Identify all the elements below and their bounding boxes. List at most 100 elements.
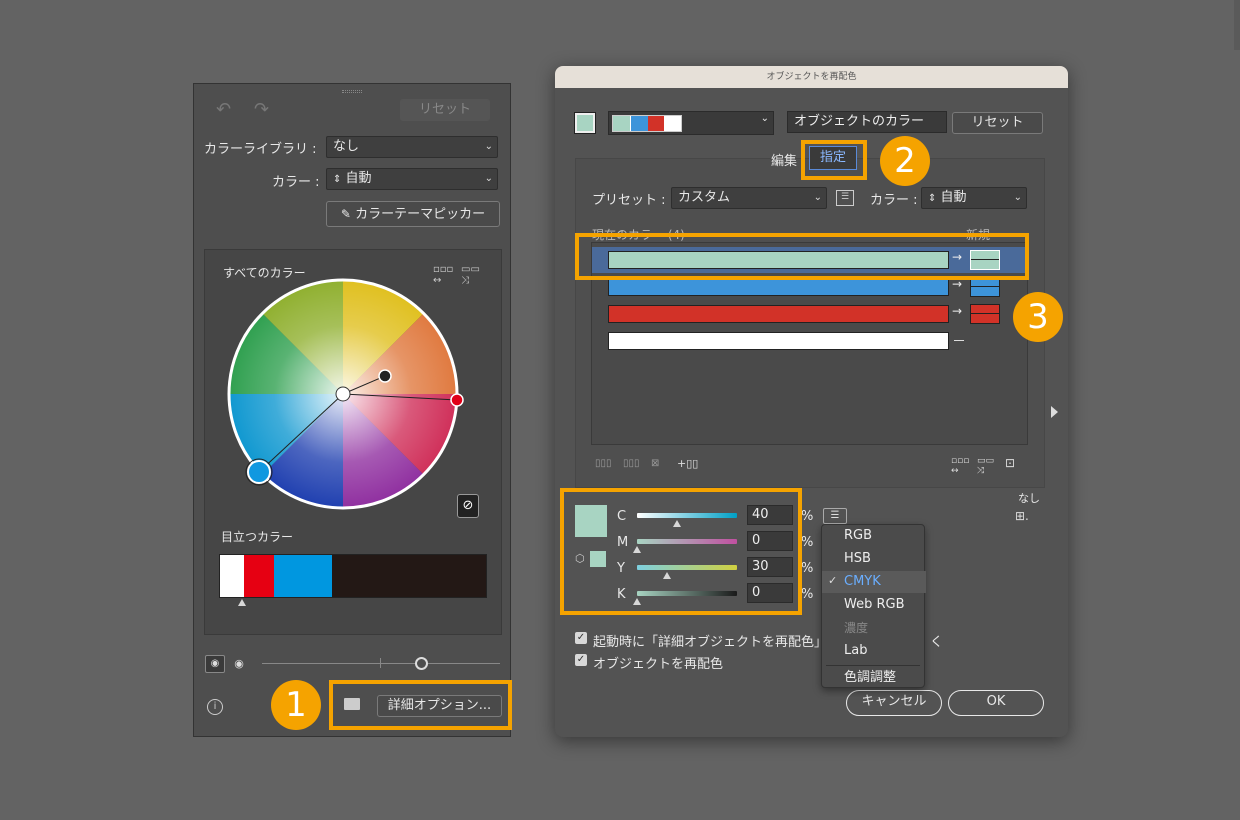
separate-colors-icon[interactable]: ▯▯▯ xyxy=(623,458,640,469)
no-mapping-dash xyxy=(954,340,964,341)
color-marker-red[interactable] xyxy=(450,393,464,407)
recolor-panel: ↶ ↷ リセット カラーライブラリ : なし ⌄ カラー : ⇕ 自動 ⌄ ✎ … xyxy=(193,83,511,737)
dialog-color-label: カラー : xyxy=(870,193,918,208)
cancel-button[interactable]: キャンセル xyxy=(846,690,942,716)
prominent-color-black[interactable] xyxy=(332,555,486,597)
dialog-color-count-dropdown[interactable]: ⇕ 自動 ⌄ xyxy=(921,187,1027,209)
menu-item-tint: 濃度 xyxy=(844,621,869,635)
color-count-value: 自動 xyxy=(345,171,372,186)
unlink-harmony-icon[interactable]: ▭▭ ⤨ xyxy=(977,456,994,476)
check-icon: ✓ xyxy=(575,654,587,666)
color-group-dropdown[interactable]: ⌄ xyxy=(608,111,774,135)
prominent-color-red[interactable] xyxy=(244,555,274,597)
menu-item-hsb[interactable]: HSB xyxy=(822,548,926,570)
find-color-icon[interactable]: ⊡ xyxy=(1005,456,1015,470)
wheel-view-icon[interactable]: ◉ xyxy=(205,655,225,673)
y-percent: % xyxy=(801,561,814,576)
prominent-colors-bar[interactable] xyxy=(219,554,487,598)
menu-item-global-adjust[interactable]: 色調調整 xyxy=(822,667,926,689)
base-color-swatch[interactable] xyxy=(574,112,596,134)
k-percent: % xyxy=(801,587,814,602)
group-swatch-blue xyxy=(630,116,648,131)
menu-item-lab[interactable]: Lab xyxy=(822,640,926,662)
c-percent: % xyxy=(801,509,814,524)
preset-dropdown[interactable]: カスタム ⌄ xyxy=(671,187,827,209)
stepper-icon[interactable]: ⇕ xyxy=(928,193,936,204)
redo-icon[interactable]: ↷ xyxy=(254,99,269,120)
ok-button[interactable]: OK xyxy=(948,690,1044,716)
exclude-colors-icon[interactable]: ⊠ xyxy=(651,458,659,469)
step-badge-2: 2 xyxy=(880,136,930,186)
tab-edit[interactable]: 編集 xyxy=(771,150,797,169)
new-color-swatch-3[interactable] xyxy=(970,304,1000,324)
current-color-bar-3[interactable] xyxy=(608,305,949,323)
chevron-down-icon: ⌄ xyxy=(1013,192,1022,203)
group-swatch-white xyxy=(664,116,681,131)
dialog-color-count-value: 自動 xyxy=(940,190,967,205)
color-library-value: なし xyxy=(333,139,360,154)
color-marker-black[interactable] xyxy=(378,369,392,383)
chevron-down-icon: ⌄ xyxy=(760,113,769,124)
panel-grip[interactable] xyxy=(342,90,362,93)
dialog-reset-button[interactable]: リセット xyxy=(952,112,1043,134)
preset-list-icon[interactable]: ☰ xyxy=(836,190,854,206)
none-label: なし xyxy=(1018,492,1040,505)
prominent-color-white[interactable] xyxy=(220,555,244,597)
new-row-icon[interactable]: +▯▯ xyxy=(677,457,698,470)
window-edge-scrollbar[interactable] xyxy=(1234,0,1240,50)
link-harmony-icon[interactable]: ▫▫▫ ↔ xyxy=(951,456,969,476)
menu-divider xyxy=(826,665,920,666)
color-wheel[interactable] xyxy=(225,272,485,524)
color-wheel-area: すべてのカラー ▫▫▫ ↔ ▭▭ ⤨ ⊘ 目立つカラー xyxy=(204,249,502,635)
brightness-slider-track[interactable] xyxy=(262,663,500,664)
menu-item-cmyk[interactable]: CMYK xyxy=(822,571,926,593)
chevron-down-icon: ⌄ xyxy=(484,173,493,184)
recolor-art-label: オブジェクトを再配色 xyxy=(593,657,724,672)
chevron-down-icon: ⌄ xyxy=(813,192,822,203)
arrow-icon[interactable]: → xyxy=(952,304,962,318)
eyedropper-icon: ✎ xyxy=(340,207,351,221)
lock-link-icon[interactable]: ⊘ xyxy=(457,494,479,518)
check-icon: ✓ xyxy=(575,632,587,644)
stepper-icon[interactable]: ⇕ xyxy=(333,174,341,185)
new-color-swatch-2[interactable] xyxy=(970,277,1000,297)
merge-colors-icon[interactable]: ▯▯▯ xyxy=(595,458,612,469)
info-icon[interactable]: i xyxy=(207,699,223,715)
menu-item-rgb[interactable]: RGB xyxy=(822,525,926,547)
dialog-title: オブジェクトを再配色 xyxy=(766,72,857,82)
current-color-bar-4[interactable] xyxy=(608,332,949,350)
checkmark-icon: ✓ xyxy=(828,574,838,587)
color-group-grid-icon[interactable]: ⊞. xyxy=(1015,509,1029,523)
preset-label: プリセット : xyxy=(592,193,666,208)
prominent-slider-thumb[interactable] xyxy=(238,599,246,606)
group-swatch-mint xyxy=(613,116,631,131)
color-theme-picker-label: カラーテーマピッカー xyxy=(355,207,486,222)
prominent-color-blue[interactable] xyxy=(274,555,332,597)
color-label: カラー : xyxy=(272,175,320,190)
color-marker-white[interactable] xyxy=(335,386,351,402)
highlight-box-1 xyxy=(329,680,512,730)
current-color-bar-2[interactable] xyxy=(608,278,949,296)
color-theme-picker-button[interactable]: ✎ カラーテーマピッカー xyxy=(326,201,500,227)
dialog-titlebar[interactable]: オブジェクトを再配色 xyxy=(555,66,1068,88)
object-colors-field[interactable]: オブジェクトのカラー xyxy=(787,111,947,133)
color-count-dropdown[interactable]: ⇕ 自動 ⌄ xyxy=(326,168,498,190)
preset-value: カスタム xyxy=(678,190,731,205)
brightness-slider-tick xyxy=(380,658,381,668)
group-swatch-red xyxy=(647,116,665,131)
highlight-box-3 xyxy=(575,233,1029,280)
color-mode-menu-button[interactable]: ☰ xyxy=(823,508,847,524)
step-badge-3: 3 xyxy=(1013,292,1063,342)
color-marker-blue[interactable] xyxy=(247,460,271,484)
step-badge-1: 1 xyxy=(271,680,321,730)
expand-arrow-icon[interactable] xyxy=(1051,406,1058,418)
open-on-start-label-tail: く xyxy=(930,635,944,650)
prominent-colors-label: 目立つカラー xyxy=(221,530,294,544)
group-swatch-strip xyxy=(612,115,682,132)
menu-item-web-rgb[interactable]: Web RGB xyxy=(822,594,926,616)
color-library-dropdown[interactable]: なし ⌄ xyxy=(326,136,498,158)
wheel-alt-view-icon[interactable]: ◉ xyxy=(230,655,248,673)
undo-icon[interactable]: ↶ xyxy=(216,99,231,120)
brightness-slider-thumb[interactable] xyxy=(415,657,428,670)
reset-button[interactable]: リセット xyxy=(400,99,490,121)
